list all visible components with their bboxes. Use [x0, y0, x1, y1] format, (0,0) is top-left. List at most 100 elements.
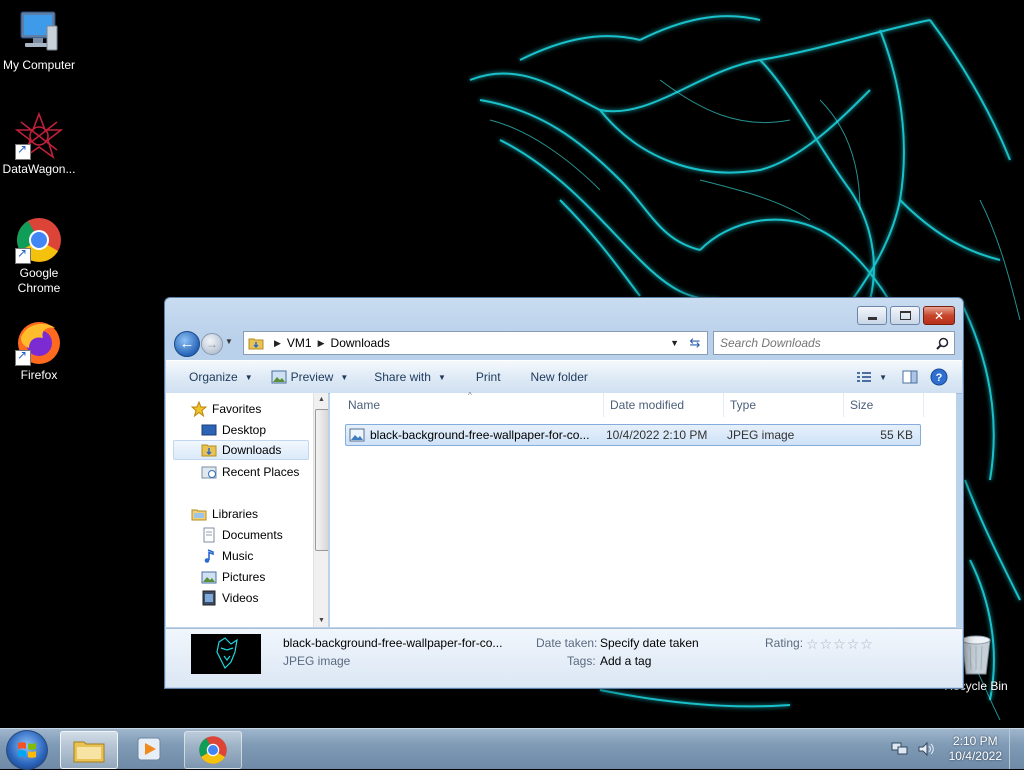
- scroll-up-arrow-icon[interactable]: ▲: [314, 396, 328, 403]
- back-button[interactable]: ←: [174, 331, 200, 357]
- breadcrumb-separator[interactable]: ▶: [318, 338, 325, 349]
- star-outline-icon[interactable]: ☆: [860, 636, 874, 652]
- command-bar: Organize ▼ Preview ▼ Share with ▼ Print …: [166, 360, 962, 394]
- caption-buttons: ✕: [854, 306, 955, 325]
- nav-desktop[interactable]: Desktop: [201, 420, 266, 440]
- help-button[interactable]: ?: [924, 365, 954, 389]
- sort-ascending-icon: ^: [468, 391, 472, 400]
- date-taken-value[interactable]: Specify date taken: [600, 636, 699, 650]
- chevron-down-icon: ▼: [879, 372, 887, 382]
- nav-documents-label: Documents: [222, 528, 283, 542]
- share-with-button[interactable]: Share with ▼: [365, 365, 455, 389]
- breadcrumb-vm1[interactable]: VM1: [287, 336, 312, 350]
- new-folder-button[interactable]: New folder: [522, 365, 597, 389]
- taskbar: 2:10 PM 10/4/2022: [0, 728, 1024, 770]
- nav-pictures-label: Pictures: [222, 570, 266, 584]
- desktop-icon-label: DataWagon...: [2, 162, 76, 176]
- windows-logo-icon: [18, 742, 36, 758]
- minimize-button[interactable]: [857, 306, 887, 325]
- details-file-name: black-background-free-wallpaper-for-co..…: [283, 636, 503, 650]
- rating-stars[interactable]: ☆☆☆☆☆: [806, 636, 874, 653]
- forward-button[interactable]: →: [201, 333, 223, 355]
- shortcut-arrow-icon: [15, 246, 31, 264]
- maximize-icon: [899, 311, 911, 320]
- desktop-icon: [201, 422, 217, 438]
- svg-text:?: ?: [936, 372, 943, 384]
- address-dropdown-button[interactable]: ▼: [665, 338, 684, 348]
- computer-icon: [15, 8, 63, 56]
- nav-downloads[interactable]: Downloads: [173, 440, 309, 460]
- nav-documents[interactable]: Documents: [201, 525, 283, 545]
- new-folder-label: New folder: [530, 370, 588, 384]
- change-view-button[interactable]: ▼: [847, 365, 896, 389]
- organize-button[interactable]: Organize ▼: [180, 365, 262, 389]
- nav-favorites[interactable]: Favorites: [190, 399, 262, 419]
- chevron-down-icon: ▼: [244, 372, 253, 382]
- taskbar-windows-explorer[interactable]: [60, 731, 118, 769]
- date-taken-label: Date taken:: [536, 636, 598, 650]
- preview-button[interactable]: Preview ▼: [262, 365, 358, 389]
- nav-recent-places[interactable]: Recent Places: [201, 462, 299, 482]
- scroll-down-arrow-icon[interactable]: ▼: [314, 617, 328, 624]
- recent-pages-button[interactable]: ▼: [225, 337, 233, 346]
- nav-favorites-label: Favorites: [212, 402, 262, 416]
- nav-libraries[interactable]: Libraries: [191, 504, 258, 524]
- nav-pictures[interactable]: Pictures: [201, 567, 265, 587]
- search-box[interactable]: [713, 331, 955, 355]
- libraries-icon: [191, 506, 207, 522]
- rating-label: Rating:: [765, 636, 804, 650]
- refresh-button[interactable]: ⇆: [683, 331, 708, 355]
- desktop-icon-my-computer[interactable]: My Computer: [0, 8, 79, 73]
- volume-speaker-icon[interactable]: [917, 741, 935, 757]
- print-button[interactable]: Print: [467, 365, 510, 389]
- breadcrumb-downloads[interactable]: Downloads: [331, 336, 390, 350]
- desktop-icon-datawagon[interactable]: DataWagon...: [0, 111, 79, 177]
- nav-videos[interactable]: Videos: [201, 588, 258, 608]
- search-input[interactable]: [714, 335, 927, 351]
- desktop-icon-label: My Computer: [2, 58, 76, 72]
- videos-film-icon: [201, 590, 217, 606]
- star-outline-icon[interactable]: ☆: [806, 636, 820, 652]
- documents-icon: [201, 527, 217, 543]
- show-desktop-button[interactable]: [1009, 729, 1024, 769]
- column-header-name[interactable]: Name ^: [342, 391, 604, 417]
- desktop-icon-firefox[interactable]: Firefox: [0, 318, 79, 383]
- scrollbar-thumb[interactable]: [315, 409, 328, 551]
- network-icon[interactable]: [891, 741, 909, 757]
- tags-value[interactable]: Add a tag: [600, 654, 651, 668]
- start-button[interactable]: [6, 730, 48, 770]
- column-header-type-label: Type: [730, 398, 757, 412]
- taskbar-google-chrome[interactable]: [184, 731, 242, 769]
- nav-music[interactable]: Music: [201, 546, 253, 566]
- column-header-size[interactable]: Size: [844, 393, 924, 417]
- preview-pane-button[interactable]: [896, 365, 924, 389]
- table-row[interactable]: black-background-free-wallpaper-for-co..…: [345, 424, 921, 446]
- nav-videos-label: Videos: [222, 591, 259, 605]
- navigation-pane-scrollbar[interactable]: ▲ ▼: [313, 393, 328, 627]
- recent-places-icon: [201, 464, 217, 480]
- star-outline-icon[interactable]: ☆: [833, 636, 847, 652]
- explorer-window[interactable]: ✕ ← → ▼ ▶ VM1 ▶ Downloads ▼ ⇆ Organi: [164, 297, 964, 689]
- toolbar-right-group: ▼ ?: [847, 365, 962, 389]
- breadcrumb-separator[interactable]: ▶: [274, 338, 281, 349]
- star-outline-icon[interactable]: ☆: [847, 636, 861, 652]
- star-outline-icon[interactable]: ☆: [820, 636, 834, 652]
- datawagon-logo-icon: [14, 111, 64, 160]
- details-pane: black-background-free-wallpaper-for-co..…: [166, 628, 962, 687]
- firefox-icon: [15, 318, 63, 366]
- file-list-pane[interactable]: Name ^ Date modified Type Size black-bac…: [330, 391, 956, 627]
- chevron-down-icon: ▼: [670, 338, 679, 348]
- taskbar-clock[interactable]: 2:10 PM 10/4/2022: [949, 734, 1002, 764]
- navigation-pane[interactable]: Favorites Desktop Downloads Recent Place…: [166, 393, 328, 627]
- address-bar[interactable]: ▶ VM1 ▶ Downloads ▼: [243, 331, 685, 355]
- chevron-down-icon: ▼: [437, 372, 446, 382]
- taskbar-media-player[interactable]: [121, 731, 177, 767]
- maximize-button[interactable]: [890, 306, 920, 325]
- search-icon[interactable]: [936, 337, 949, 350]
- desktop-icon-google-chrome[interactable]: Google Chrome: [0, 216, 79, 296]
- close-button[interactable]: ✕: [923, 306, 955, 325]
- column-header-date-modified[interactable]: Date modified: [604, 393, 724, 417]
- nav-desktop-label: Desktop: [222, 423, 267, 437]
- column-header-type[interactable]: Type: [724, 393, 844, 417]
- file-type: JPEG image: [727, 428, 795, 442]
